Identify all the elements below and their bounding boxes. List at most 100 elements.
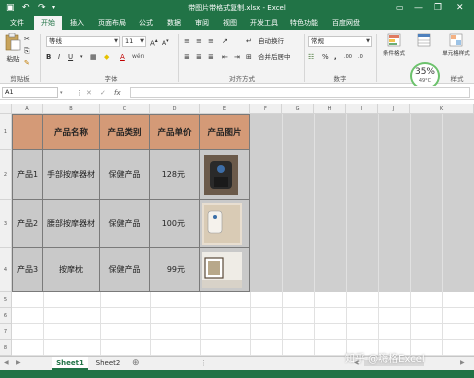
cell-product-price[interactable]: 100元 [150, 200, 200, 248]
cell-product-name[interactable]: 手部按摩器材 [43, 150, 100, 200]
cell-styles-button[interactable]: 单元格样式 [440, 33, 472, 69]
underline-icon[interactable]: U [68, 52, 73, 62]
cell-product-price[interactable]: 99元 [150, 248, 200, 292]
cell-header-price[interactable]: 产品单价 [150, 114, 200, 150]
col-header-c[interactable]: C [100, 104, 150, 114]
row-header-6[interactable]: 6 [0, 308, 12, 324]
tab-data[interactable]: 数据 [162, 16, 186, 30]
worksheet-grid[interactable]: A B C D E F G H I J K 1 2 3 4 5 6 7 8 产品… [0, 104, 474, 356]
paste-button[interactable]: 粘贴 [4, 33, 22, 69]
tab-insert[interactable]: 插入 [64, 16, 90, 30]
row-header-7[interactable]: 7 [0, 324, 12, 340]
cell-a1[interactable] [12, 114, 43, 150]
cell-product-price[interactable]: 128元 [150, 150, 200, 200]
col-header-e[interactable]: E [200, 104, 250, 114]
ribbon-display-icon[interactable]: ▭ [396, 2, 404, 14]
font-size-select[interactable]: 11 ▼ [122, 36, 146, 47]
cancel-formula-icon[interactable]: ✕ [86, 88, 92, 98]
font-color-icon[interactable]: A [120, 52, 125, 62]
maximize-button[interactable]: ❐ [434, 2, 442, 14]
minimize-button[interactable]: — [414, 2, 423, 14]
select-all-corner[interactable] [0, 104, 12, 114]
cell-header-image[interactable]: 产品图片 [200, 114, 250, 150]
conditional-format-button[interactable]: 条件格式 [380, 33, 408, 69]
col-header-k[interactable]: K [410, 104, 474, 114]
wrap-text-button[interactable]: ↵ 自动换行 [246, 36, 306, 46]
cell-product-id[interactable]: 产品1 [12, 150, 43, 200]
format-painter-icon[interactable]: ✎ [24, 58, 30, 68]
fill-color-icon[interactable]: ◆ [104, 52, 109, 62]
number-format-select[interactable]: 常规 ▼ [308, 36, 372, 47]
row-header-3[interactable]: 3 [0, 200, 12, 248]
tab-formulas[interactable]: 公式 [134, 16, 158, 30]
tab-view[interactable]: 视图 [218, 16, 242, 30]
orientation-icon[interactable]: ↗ [222, 36, 228, 46]
increase-indent-icon[interactable]: ⇥ [234, 52, 240, 62]
cell-product-image[interactable] [200, 150, 250, 200]
col-header-i[interactable]: I [346, 104, 378, 114]
italic-icon[interactable]: I [58, 52, 60, 62]
cut-icon[interactable]: ✂ [24, 34, 30, 44]
col-header-f[interactable]: F [250, 104, 282, 114]
cell-product-category[interactable]: 保健产品 [100, 248, 150, 292]
merge-center-button[interactable]: ⊞ 合并后居中 [246, 52, 306, 62]
enter-formula-icon[interactable]: ✓ [100, 88, 106, 98]
scroll-right-icon[interactable]: ▶ [16, 358, 21, 368]
sheet-tab-2[interactable]: Sheet2 [90, 357, 126, 370]
decrease-font-icon[interactable]: A▾ [162, 36, 169, 49]
row-header-4[interactable]: 4 [0, 248, 12, 292]
tab-file[interactable]: 文件 [2, 16, 32, 30]
cell-product-image[interactable] [200, 248, 250, 292]
decrease-indent-icon[interactable]: ⇤ [222, 52, 228, 62]
col-header-b[interactable]: B [43, 104, 100, 114]
tab-baidu-netdisk[interactable]: 百度网盘 [326, 16, 366, 30]
add-sheet-icon[interactable]: ⊕ [132, 358, 140, 368]
comma-style-icon[interactable]: , [334, 52, 337, 62]
accounting-format-icon[interactable]: ☷ [308, 52, 314, 62]
align-center-icon[interactable]: ≣ [196, 52, 202, 62]
align-top-icon[interactable]: ≡ [184, 36, 190, 46]
underline-dropdown-icon[interactable]: ▾ [80, 52, 83, 62]
font-name-select[interactable]: 等线 ▼ [46, 36, 120, 47]
align-middle-icon[interactable]: ≡ [196, 36, 202, 46]
close-button[interactable]: ✕ [456, 2, 464, 14]
percent-icon[interactable]: % [322, 52, 329, 62]
col-header-h[interactable]: H [314, 104, 346, 114]
sheet-tab-1[interactable]: Sheet1 [52, 357, 88, 370]
tab-review[interactable]: 审阅 [190, 16, 214, 30]
border-icon[interactable]: ▦ [90, 52, 97, 62]
hscroll-right-icon[interactable]: ▶ [460, 358, 465, 368]
cell-product-id[interactable]: 产品3 [12, 248, 43, 292]
scroll-left-icon[interactable]: ◀ [4, 358, 9, 368]
col-header-d[interactable]: D [150, 104, 200, 114]
row-header-1[interactable]: 1 [0, 114, 12, 150]
col-header-g[interactable]: G [282, 104, 314, 114]
increase-font-icon[interactable]: A▴ [150, 36, 158, 48]
bold-icon[interactable]: B [46, 52, 51, 62]
more-sheets-icon[interactable]: ⋮ [200, 358, 207, 368]
col-header-a[interactable]: A [12, 104, 43, 114]
formula-input[interactable] [130, 87, 470, 98]
insert-function-icon[interactable]: fx [114, 88, 121, 98]
align-bottom-icon[interactable]: ≡ [208, 36, 214, 46]
align-right-icon[interactable]: ≣ [208, 52, 214, 62]
copy-icon[interactable]: ⎘ [24, 46, 30, 56]
cell-product-category[interactable]: 保健产品 [100, 150, 150, 200]
tab-special[interactable]: 特色功能 [286, 16, 322, 30]
col-header-j[interactable]: J [378, 104, 410, 114]
phonetic-icon[interactable]: wén [132, 52, 144, 62]
cell-product-id[interactable]: 产品2 [12, 200, 43, 248]
tab-page-layout[interactable]: 页面布局 [92, 16, 132, 30]
tab-developer[interactable]: 开发工具 [246, 16, 282, 30]
row-header-5[interactable]: 5 [0, 292, 12, 308]
increase-decimal-icon[interactable]: .00 [344, 52, 352, 62]
cell-header-name[interactable]: 产品名称 [43, 114, 100, 150]
cell-product-category[interactable]: 保健产品 [100, 200, 150, 248]
cell-header-category[interactable]: 产品类别 [100, 114, 150, 150]
tab-home[interactable]: 开始 [34, 16, 62, 30]
cell-product-name[interactable]: 腰部按摩器材 [43, 200, 100, 248]
namebox-dropdown-icon[interactable]: ▾ [60, 88, 63, 98]
align-left-icon[interactable]: ≣ [184, 52, 190, 62]
row-header-2[interactable]: 2 [0, 150, 12, 200]
cell-product-name[interactable]: 按摩枕 [43, 248, 100, 292]
